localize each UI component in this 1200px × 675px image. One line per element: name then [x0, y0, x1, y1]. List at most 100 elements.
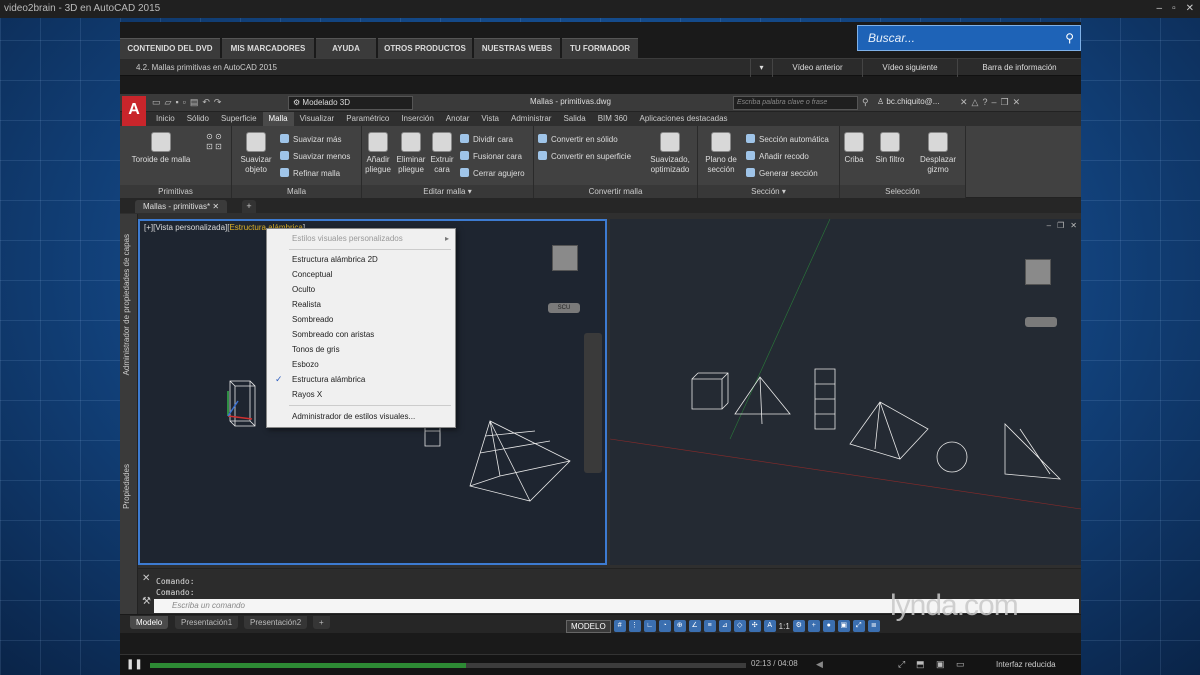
gizmo-icon[interactable]: ✣: [748, 620, 761, 632]
save-icon[interactable]: ▪: [175, 97, 178, 108]
menu-item[interactable]: Esbozo: [267, 357, 455, 372]
open-icon[interactable]: ▱: [165, 97, 172, 108]
nav-marcadores[interactable]: MIS MARCADORES: [222, 38, 314, 58]
restore-icon[interactable]: ▫: [1172, 0, 1176, 18]
tab-visualizar[interactable]: Visualizar: [294, 112, 341, 126]
isolate-icon[interactable]: ●: [822, 620, 835, 632]
workspace-select[interactable]: ⚙ Modelado 3D: [288, 96, 413, 110]
menu-item[interactable]: Conceptual: [267, 267, 455, 282]
pause-icon[interactable]: ❚❚: [126, 659, 143, 670]
properties-palette[interactable]: Propiedades: [122, 464, 131, 509]
quality-icon[interactable]: ⬒: [916, 659, 925, 670]
print-icon[interactable]: ▤: [190, 97, 199, 108]
vp-minimize-icon[interactable]: –: [1047, 221, 1051, 230]
dynucs-icon[interactable]: ⊿: [718, 620, 731, 632]
navigation-bar[interactable]: [584, 333, 602, 473]
suavizar-objeto-button[interactable]: Suavizar objeto: [236, 132, 276, 175]
a360-icon[interactable]: △: [972, 97, 979, 108]
refinar-malla-button[interactable]: Refinar malla: [280, 168, 340, 179]
suavizar-mas-button[interactable]: Suavizar más: [280, 134, 341, 145]
application-menu-button[interactable]: A: [122, 96, 146, 126]
cerrar-agujero-button[interactable]: Cerrar agujero: [460, 168, 525, 179]
redo-icon[interactable]: ↷: [214, 97, 222, 108]
tab-administrar[interactable]: Administrar: [505, 112, 557, 126]
keyword-search-input[interactable]: Escriba palabra clave o frase: [733, 96, 858, 110]
ucs-menu-right[interactable]: [1025, 317, 1057, 327]
anadir-pliegue-button[interactable]: Añadir pliegue: [362, 132, 394, 175]
menu-item-manager[interactable]: Administrador de estilos visuales...: [267, 409, 455, 424]
new-icon[interactable]: ▭: [152, 97, 161, 108]
fullscreen-player-icon[interactable]: ⤢: [898, 659, 905, 670]
desplazar-gizmo-button[interactable]: Desplazar gizmo: [914, 132, 962, 175]
app-minimize-icon[interactable]: –: [991, 97, 996, 108]
menu-item[interactable]: Oculto: [267, 282, 455, 297]
lesson-dropdown-icon[interactable]: ▾: [750, 59, 772, 77]
tab-salida[interactable]: Salida: [557, 112, 591, 126]
criba-button[interactable]: Criba: [842, 132, 866, 165]
new-tab-button[interactable]: +: [242, 200, 256, 213]
reduced-interface-button[interactable]: Interfaz reducida: [996, 660, 1056, 669]
tab-bim360[interactable]: BIM 360: [592, 112, 634, 126]
extruir-cara-button[interactable]: Extruir cara: [428, 132, 456, 175]
eliminar-pliegue-button[interactable]: Eliminar pliegue: [394, 132, 428, 175]
suavizado-optimizado-button[interactable]: Suavizado, optimizado: [646, 132, 694, 175]
close-tab-icon[interactable]: ✕: [212, 202, 219, 211]
vp-restore-icon[interactable]: ❐: [1057, 221, 1064, 230]
fullscreen-icon[interactable]: ⤢: [852, 620, 865, 632]
exchange-icon[interactable]: ✕: [960, 97, 968, 108]
info-bar-button[interactable]: Barra de información: [957, 59, 1081, 77]
primitive-small-icons[interactable]: ⊙ ⊙ ⊡ ⊡: [202, 132, 226, 152]
otrack-icon[interactable]: ∠: [688, 620, 701, 632]
command-settings-icon[interactable]: ⚒: [142, 596, 151, 607]
tab-malla[interactable]: Malla: [262, 112, 294, 126]
convertir-solido-button[interactable]: Convertir en sólido: [538, 134, 618, 145]
annotation-scale[interactable]: 1:1: [779, 622, 790, 631]
grid-icon[interactable]: #: [613, 620, 626, 632]
hardware-icon[interactable]: ▣: [837, 620, 850, 632]
tab-presentacion2[interactable]: Presentación2: [244, 616, 308, 629]
saveas-icon[interactable]: ▫: [183, 97, 186, 108]
help-icon[interactable]: ?: [982, 97, 987, 108]
tab-insercion[interactable]: Inserción: [395, 112, 439, 126]
fusionar-cara-button[interactable]: Fusionar cara: [460, 151, 522, 162]
next-video-button[interactable]: Vídeo siguiente: [862, 59, 957, 77]
menu-item[interactable]: Sombreado con aristas: [267, 327, 455, 342]
tab-aplicaciones[interactable]: Aplicaciones destacadas: [634, 112, 734, 126]
tab-parametrico[interactable]: Paramétrico: [340, 112, 395, 126]
captions-icon[interactable]: ▣: [936, 659, 945, 670]
search-icon[interactable]: ⚲: [1065, 26, 1074, 50]
convertir-superficie-button[interactable]: Convertir en superficie: [538, 151, 631, 162]
osnap-icon[interactable]: ⊕: [673, 620, 686, 632]
minimize-icon[interactable]: –: [1157, 0, 1163, 18]
layer-properties-palette[interactable]: Administrador de propiedades de capas: [122, 234, 131, 375]
plano-seccion-button[interactable]: Plano de sección: [700, 132, 742, 175]
sin-filtro-button[interactable]: Sin filtro: [870, 132, 910, 165]
doc-tab-mallas[interactable]: Mallas - primitivas* ✕: [135, 200, 228, 213]
search-input[interactable]: Buscar... ⚲: [857, 25, 1081, 51]
progress-track[interactable]: [150, 663, 746, 668]
nav-nuestras-webs[interactable]: NUESTRAS WEBS: [474, 38, 560, 58]
user-account[interactable]: ♙ bc.chiquito@...: [877, 97, 939, 106]
tab-superficie[interactable]: Superficie: [215, 112, 263, 126]
viewcube-right[interactable]: [1025, 259, 1051, 285]
close-icon[interactable]: ✕: [1186, 0, 1194, 18]
nav-ayuda[interactable]: AYUDA: [316, 38, 376, 58]
viewcube[interactable]: [552, 245, 578, 271]
menu-item[interactable]: Tonos de gris: [267, 342, 455, 357]
add-layout-button[interactable]: +: [313, 616, 330, 629]
screen-icon[interactable]: ▭: [956, 659, 965, 670]
polar-icon[interactable]: ◔: [658, 620, 671, 632]
menu-item[interactable]: Estructura alámbrica 2D: [267, 252, 455, 267]
toroide-button[interactable]: Toroide de malla: [126, 132, 196, 165]
model-space-button[interactable]: MODELO: [566, 619, 611, 633]
annotation-icon[interactable]: A: [763, 620, 776, 632]
command-close-icon[interactable]: ✕: [142, 573, 150, 584]
tab-presentacion1[interactable]: Presentación1: [175, 616, 239, 629]
dividir-cara-button[interactable]: Dividir cara: [460, 134, 513, 145]
prev-video-button[interactable]: Vídeo anterior: [772, 59, 862, 77]
menu-item[interactable]: Rayos X: [267, 387, 455, 402]
binoculars-icon[interactable]: ⚲: [862, 97, 869, 108]
seccion-automatica-button[interactable]: Sección automática: [746, 134, 829, 145]
generar-seccion-button[interactable]: Generar sección: [746, 168, 818, 179]
ucs-menu[interactable]: SCU: [548, 303, 580, 313]
